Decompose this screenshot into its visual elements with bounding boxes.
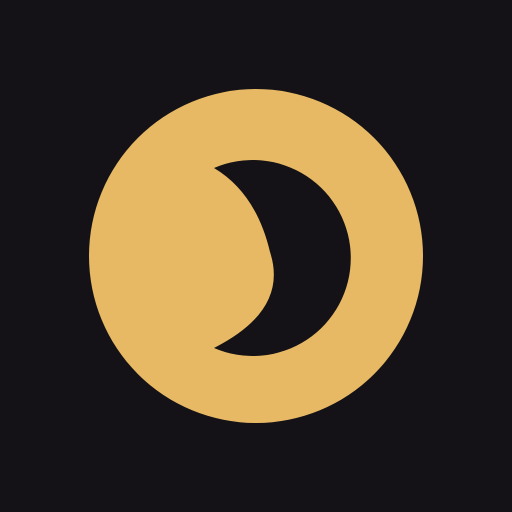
app-icon-graphic	[0, 0, 512, 512]
app-icon	[0, 0, 512, 512]
golden-circle	[89, 89, 423, 423]
